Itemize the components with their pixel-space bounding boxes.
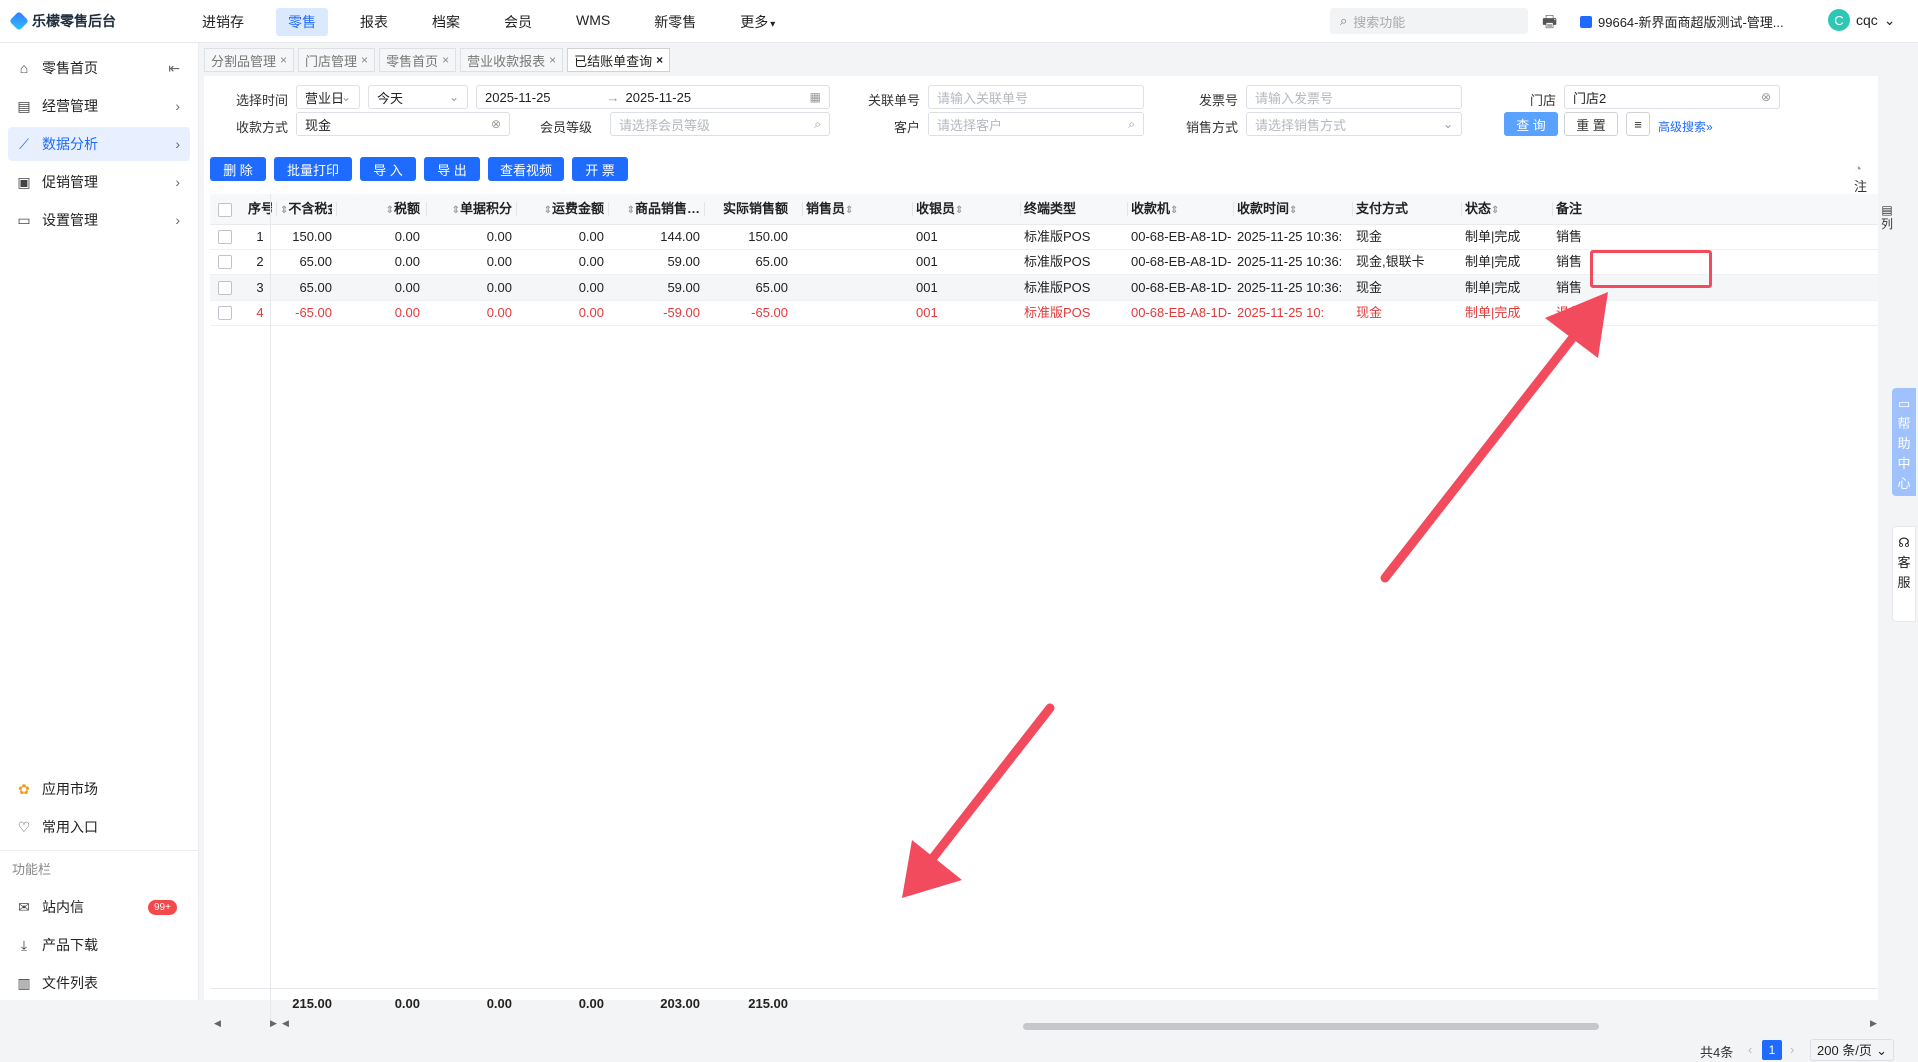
scroll-right-icon[interactable]: ▶ <box>1870 1018 1877 1029</box>
next-page-icon[interactable]: › <box>1790 1042 1794 1057</box>
scroll-left-icon[interactable]: ◀ <box>214 1018 221 1029</box>
page-number-current[interactable]: 1 <box>1762 1040 1782 1060</box>
arrow-to-totals-row <box>902 703 1055 898</box>
arrow-to-payment-cell <box>1380 292 1608 583</box>
prev-page-icon[interactable]: ‹ <box>1748 1042 1752 1057</box>
scroll-right-icon[interactable]: ▶ <box>270 1018 277 1029</box>
horizontal-scrollbar[interactable]: ◀ ▶ ◀ ▶ <box>210 1018 1878 1032</box>
page-size-select[interactable]: 200 条/页 ⌄ <box>1810 1039 1894 1061</box>
total-count: 共4条 <box>1700 1045 1734 1060</box>
annotation-arrows <box>902 292 1608 898</box>
scroll-left-icon[interactable]: ◀ <box>282 1018 289 1029</box>
scrollbar-thumb[interactable] <box>1023 1023 1599 1030</box>
page-size-value: 200 条/页 <box>1817 1043 1872 1058</box>
chevron-down-icon: ⌄ <box>1876 1043 1887 1058</box>
